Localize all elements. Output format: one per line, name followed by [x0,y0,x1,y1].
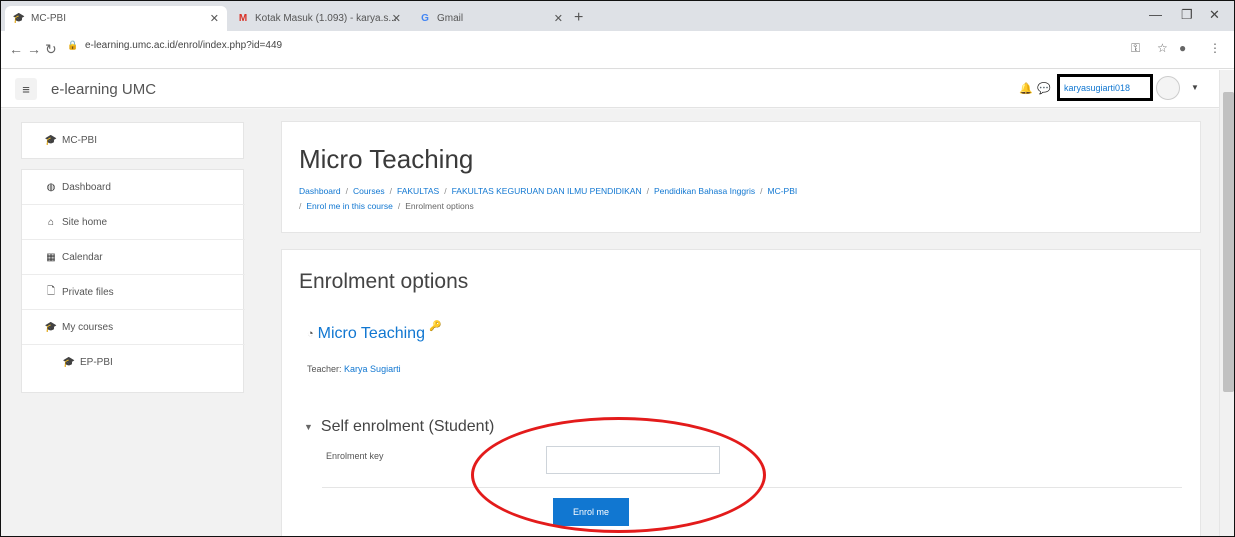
user-name: karyasugiarti018 [1064,82,1131,93]
breadcrumb-separator: / [345,186,348,196]
gmail-icon: M [238,13,248,24]
calendar-icon: ▦ [46,251,56,263]
sidebar-item-my-courses[interactable]: 🎓 My courses [22,310,245,345]
graduation-cap-icon: 🎓 [44,135,58,146]
bookmark-star-icon[interactable]: ☆ [1157,41,1168,55]
enrolment-key-input[interactable] [546,446,720,474]
self-enrolment-title: Self enrolment (Student) [320,418,495,435]
url-text: e-learning.umc.ac.id/enrol/index.php?id=… [85,40,283,51]
self-enrolment-header[interactable]: ▼ Self enrolment (Student) [304,418,494,436]
page-header: Micro Teaching Dashboard / Courses / FAKULTA… [281,121,1201,233]
course-name: Micro Teaching [317,325,425,342]
breadcrumb-pendidikan-bahasa-inggris[interactable]: Pendidikan Bahasa Inggris [654,186,755,196]
hamburger-menu-icon[interactable]: ≡ [15,78,37,100]
sidebar-item-calendar[interactable]: ▦ Calendar [22,240,245,275]
course-name-link[interactable]: ◔ Micro Teaching 🔑 [307,321,441,343]
breadcrumb-fkip[interactable]: FAKULTAS KEGURUAN DAN ILMU PENDIDIKAN [452,186,642,196]
breadcrumb-courses[interactable]: Courses [353,186,385,196]
site-navbar: ≡ e-learning UMC 🔔 💬 karyasugiarti018 ▼ [1,70,1219,108]
page-title: Micro Teaching [299,144,474,174]
breadcrumb-separator: / [389,186,392,196]
key-icon[interactable]: ⚿ [1131,41,1140,56]
sidebar-item-site-home[interactable]: ⌂ Site home [22,205,245,240]
user-name-link[interactable]: karyasugiarti018 [1057,74,1153,101]
close-icon[interactable]: ✕ [554,12,563,25]
url-field[interactable]: 🔒 e-learning.umc.ac.id/enrol/index.php?i… [67,40,282,51]
key-icon: 🔑 [428,320,442,332]
lock-icon: 🔒 [67,40,79,50]
enrolment-key-label: Enrolment key [326,451,384,461]
breadcrumb-dashboard[interactable]: Dashboard [299,186,341,196]
close-icon[interactable]: ✕ [392,12,401,25]
notification-bell-icon[interactable]: 🔔 [1019,82,1033,95]
browser-tab-gmail-inbox[interactable]: M Kotak Masuk (1.093) - karya.s... ✕ [229,6,409,31]
tab-title: MC-PBI [31,13,66,24]
minimize-icon[interactable]: — [1149,7,1162,22]
section-title: Enrolment options [299,270,469,293]
moodle-cap-icon: 🎓 [12,13,26,24]
profile-icon[interactable]: ● [1179,41,1186,55]
new-tab-button[interactable]: + [574,9,583,27]
breadcrumb-mc-pbi[interactable]: MC-PBI [767,186,797,196]
sidebar-item-label: Site home [62,216,108,228]
back-icon[interactable]: ← [9,41,23,57]
google-icon: G [421,13,429,24]
enrolment-options-card: Enrolment options ◔ Micro Teaching 🔑 Tea… [281,249,1201,536]
breadcrumb-enrol-me[interactable]: Enrol me in this course [306,201,392,211]
chevron-down-icon[interactable]: ▼ [1191,83,1199,92]
sidebar-item-private-files[interactable]: 🗋 Private files [22,275,245,310]
page-scrollbar[interactable] [1219,70,1234,536]
course-icon: ◔ [307,328,314,340]
breadcrumb-separator: / [646,186,649,196]
maximize-icon[interactable]: ❐ [1181,7,1193,23]
breadcrumb: Dashboard / Courses / FAKULTAS / FAKULTAS KEGU… [299,184,1159,214]
course-nav-block: 🎓 MC-PBI [21,122,244,159]
tab-title: Gmail [437,13,464,24]
sidebar-item-label: My courses [62,321,114,333]
sidebar-item-ep-pbi[interactable]: 🎓 EP-PBI [22,345,245,380]
browser-tab-gmail[interactable]: G Gmail ✕ [411,6,571,31]
teacher-name-link[interactable]: Karya Sugiarti [344,364,401,374]
graduation-cap-icon: 🎓 [44,321,58,333]
sidebar-item-label: EP-PBI [80,357,113,368]
sidebar-item-mc-pbi[interactable]: 🎓 MC-PBI [22,123,245,158]
sidebar-item-label: Calendar [62,251,103,263]
forward-icon[interactable]: → [27,41,41,57]
dashboard-icon: ◍ [46,181,56,193]
scrollbar-thumb[interactable] [1223,92,1234,392]
breadcrumb-fakultas[interactable]: FAKULTAS [397,186,439,196]
breadcrumb-current: Enrolment options [405,201,474,211]
browser-tab-mc-pbi[interactable]: 🎓 MC-PBI ✕ [5,6,227,31]
divider [322,487,1182,488]
browser-menu-icon[interactable]: ⋮ [1209,41,1221,55]
teacher-line: Teacher: Karya Sugiarti [307,364,401,374]
enrol-me-button[interactable]: Enrol me [553,498,629,526]
breadcrumb-separator: / [397,201,401,211]
sidebar-item-label: MC-PBI [62,135,97,146]
home-icon: ⌂ [47,216,55,228]
sidebar-item-dashboard[interactable]: ◍ Dashboard [22,170,245,205]
browser-tab-strip: 🎓 MC-PBI ✕ M Kotak Masuk (1.093) - karya… [1,1,1234,31]
file-icon: 🗋 [46,285,56,297]
sidebar-item-label: Private files [62,286,114,298]
breadcrumb-separator: / [444,186,447,196]
chevron-down-icon: ▼ [304,422,313,432]
site-name-link[interactable]: e-learning UMC [51,81,156,98]
teacher-label: Teacher: [307,364,342,374]
graduation-cap-icon: 🎓 [62,357,76,368]
close-window-icon[interactable]: ✕ [1209,7,1220,23]
avatar[interactable] [1156,76,1180,100]
screenshot-frame: 🎓 MC-PBI ✕ M Kotak Masuk (1.093) - karya… [0,0,1235,537]
nav-drawer: 🎓 MC-PBI ◍ Dashboard ⌂ Site home ▦ Calen… [1,109,264,536]
breadcrumb-separator: / [760,186,763,196]
tab-title: Kotak Masuk (1.093) - karya.s... [255,13,397,24]
sidebar-item-label: Dashboard [62,181,111,193]
messages-icon[interactable]: 💬 [1037,82,1051,95]
close-icon[interactable]: ✕ [210,12,219,25]
main-nav-block: ◍ Dashboard ⌂ Site home ▦ Calendar 🗋 Pri… [21,169,245,393]
breadcrumb-separator: / [299,201,302,211]
reload-icon[interactable]: ↻ [45,41,57,58]
browser-address-bar: ← → ↻ 🔒 e-learning.umc.ac.id/enrol/index… [1,31,1234,69]
